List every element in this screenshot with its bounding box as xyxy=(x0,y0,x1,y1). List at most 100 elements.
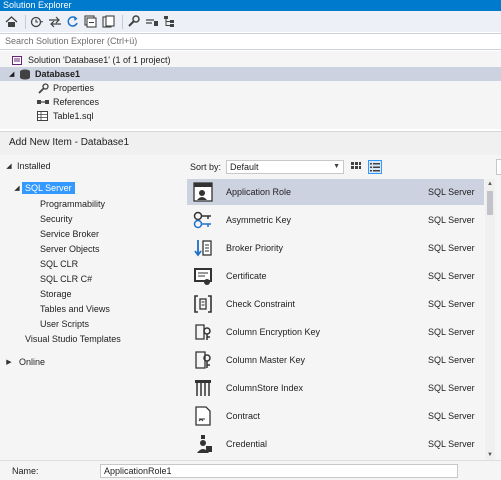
list-item-column-encryption-key[interactable]: Column Encryption Key SQL Server xyxy=(187,319,484,345)
sync-icon[interactable] xyxy=(47,14,62,29)
sql-server-label: SQL Server xyxy=(22,182,75,194)
item-category: SQL Server xyxy=(428,383,475,393)
expanded-triangle-icon[interactable]: ◢ xyxy=(9,70,19,78)
column-encryption-key-icon xyxy=(192,321,214,343)
application-role-icon xyxy=(192,181,214,203)
certificate-icon xyxy=(192,265,214,287)
list-item-asymmetric-key[interactable]: Asymmetric Key SQL Server xyxy=(187,207,484,233)
expanded-triangle-icon[interactable]: ◢ xyxy=(12,184,22,192)
preview-icon[interactable] xyxy=(144,14,159,29)
properties-label: Properties xyxy=(53,83,95,93)
list-item-broker-priority[interactable]: Broker Priority SQL Server xyxy=(187,235,484,261)
tree-node-online[interactable]: ▶ Online xyxy=(4,355,45,369)
item-name: Application Role xyxy=(226,187,292,197)
tree-node-storage[interactable]: Storage xyxy=(40,287,72,301)
toolbar-separator xyxy=(25,14,26,29)
list-view-button[interactable] xyxy=(368,160,383,174)
item-category: SQL Server xyxy=(428,327,475,337)
tree-node-server-objects[interactable]: Server Objects xyxy=(40,242,100,256)
dialog-title: Add New Item - Database1 xyxy=(0,131,501,155)
toolbar-separator xyxy=(122,14,123,29)
add-new-item-dialog: ◢ Installed ◢ SQL Server Programmability… xyxy=(0,155,501,460)
list-item-column-master-key[interactable]: Column Master Key SQL Server xyxy=(187,347,484,373)
item-name: Column Master Key xyxy=(226,355,306,365)
item-name: Certificate xyxy=(226,271,267,281)
home-icon[interactable] xyxy=(4,14,19,29)
table-file-icon xyxy=(37,110,49,122)
template-list-scrollbar[interactable]: ▲ ▼ xyxy=(485,179,495,460)
item-name: Contract xyxy=(226,411,261,421)
collapsed-triangle-icon[interactable]: ▶ xyxy=(4,358,14,366)
tree-node-installed[interactable]: ◢ Installed xyxy=(4,159,51,173)
wrench-icon xyxy=(37,82,49,94)
contract-icon xyxy=(192,405,214,427)
list-item-check-constraint[interactable]: Check Constraint SQL Server xyxy=(187,291,484,317)
properties-wrench-icon[interactable] xyxy=(126,14,141,29)
name-row: Name: ApplicationRole1 xyxy=(0,460,501,480)
tree-node-service-broker[interactable]: Service Broker xyxy=(40,227,99,241)
show-all-files-icon[interactable] xyxy=(101,14,116,29)
tree-node-sql-clr-csharp[interactable]: SQL CLR C# xyxy=(40,272,92,286)
asymmetric-key-icon xyxy=(192,209,214,231)
broker-priority-icon xyxy=(192,237,214,259)
tree-item-table1[interactable]: Table1.sql xyxy=(37,109,94,123)
tree-node-security[interactable]: Security xyxy=(40,212,73,226)
solution-label: Solution 'Database1' (1 of 1 project) xyxy=(28,55,171,65)
class-view-icon[interactable] xyxy=(162,14,177,29)
tree-node-tables-and-views[interactable]: Tables and Views xyxy=(40,302,110,316)
history-icon[interactable] xyxy=(29,14,44,29)
item-name: Check Constraint xyxy=(226,299,296,309)
tree-node-sql-server[interactable]: ◢ SQL Server xyxy=(12,181,75,195)
item-name: ColumnStore Index xyxy=(226,383,304,393)
item-category: SQL Server xyxy=(428,215,475,225)
item-name: Credential xyxy=(226,439,268,449)
item-category: SQL Server xyxy=(428,187,475,197)
item-name: Broker Priority xyxy=(226,243,284,253)
solution-tree: Solution 'Database1' (1 of 1 project) ◢ … xyxy=(0,51,501,129)
tree-node-sql-clr[interactable]: SQL CLR xyxy=(40,257,78,271)
references-icon xyxy=(37,97,49,108)
online-label: Online xyxy=(19,357,46,367)
tree-node-visual-studio-templates[interactable]: Visual Studio Templates xyxy=(25,332,121,346)
tree-item-properties[interactable]: Properties xyxy=(37,81,94,95)
name-label: Name: xyxy=(12,465,39,476)
collapse-all-icon[interactable] xyxy=(83,14,98,29)
solution-explorer-search-input[interactable]: Search Solution Explorer (Ctrl+ü) xyxy=(0,33,501,50)
solution-explorer-toolbar xyxy=(0,11,501,32)
check-constraint-icon xyxy=(192,293,214,315)
installed-label: Installed xyxy=(17,161,51,171)
tree-node-programmability[interactable]: Programmability xyxy=(40,197,105,211)
item-name: Asymmetric Key xyxy=(226,215,292,225)
scrollbar-thumb[interactable] xyxy=(487,191,493,215)
tree-item-project[interactable]: ◢ Database1 xyxy=(0,67,501,81)
medium-icons-view-button[interactable] xyxy=(349,160,363,174)
tree-item-references[interactable]: References xyxy=(37,95,99,109)
template-list: Application Role SQL Server Asymmetric K… xyxy=(187,179,484,460)
tree-node-user-scripts[interactable]: User Scripts xyxy=(40,317,89,331)
list-item-columnstore-index[interactable]: ColumnStore Index SQL Server xyxy=(187,375,484,401)
refresh-icon[interactable] xyxy=(65,14,80,29)
list-item-certificate[interactable]: Certificate SQL Server xyxy=(187,263,484,289)
item-category: SQL Server xyxy=(428,243,475,253)
installed-templates-search-input[interactable] xyxy=(496,159,501,175)
tree-item-solution[interactable]: Solution 'Database1' (1 of 1 project) xyxy=(0,53,501,67)
template-category-tree: ◢ Installed ◢ SQL Server Programmability… xyxy=(0,155,186,460)
expanded-triangle-icon[interactable]: ◢ xyxy=(4,162,14,170)
table1-label: Table1.sql xyxy=(53,111,94,121)
references-label: References xyxy=(53,97,100,107)
sort-by-dropdown[interactable]: Default ▼ xyxy=(226,160,345,174)
database-project-icon xyxy=(19,69,31,80)
list-item-contract[interactable]: Contract SQL Server xyxy=(187,403,484,429)
sort-bar: Sort by: Default ▼ xyxy=(190,159,383,175)
sort-by-label: Sort by: xyxy=(190,162,222,172)
solution-icon xyxy=(12,55,24,66)
project-label: Database1 xyxy=(35,69,81,79)
scroll-up-arrow-icon[interactable]: ▲ xyxy=(485,179,495,189)
name-input[interactable]: ApplicationRole1 xyxy=(100,463,458,478)
item-category: SQL Server xyxy=(428,411,475,421)
list-item-application-role[interactable]: Application Role SQL Server xyxy=(187,179,484,205)
column-master-key-icon xyxy=(192,349,214,371)
scroll-down-arrow-icon[interactable]: ▼ xyxy=(485,450,495,460)
list-item-credential[interactable]: Credential SQL Server xyxy=(187,431,484,457)
columnstore-index-icon xyxy=(192,377,214,399)
